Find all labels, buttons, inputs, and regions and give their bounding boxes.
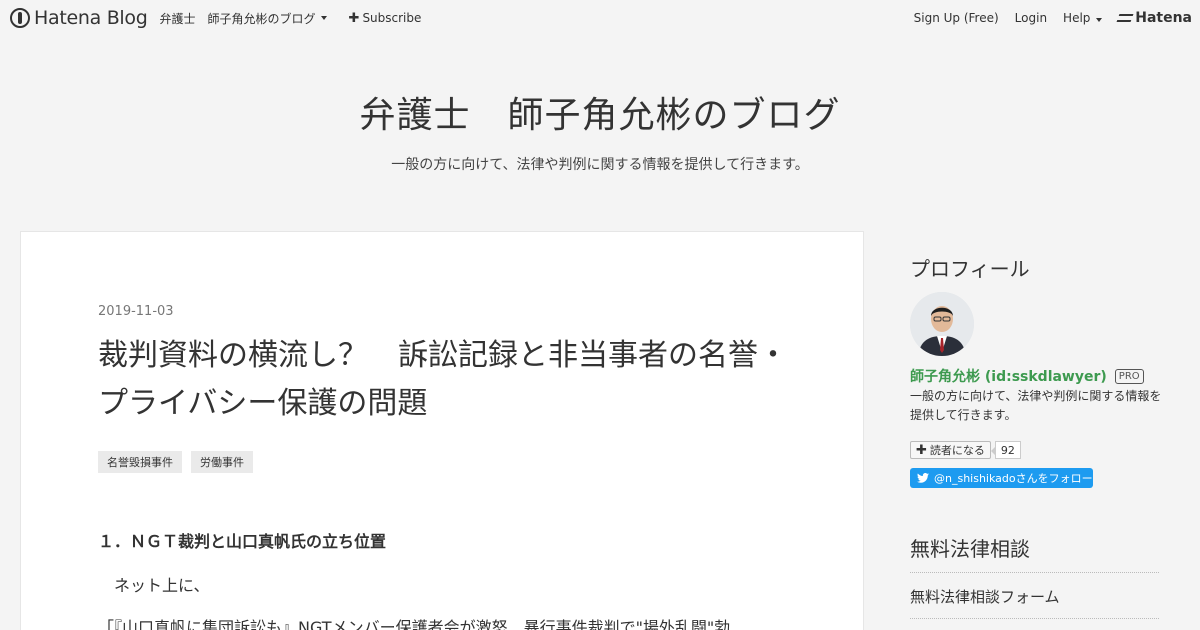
blog-description: 一般の方に向けて、法律や判例に関する情報を提供して行きます。 xyxy=(391,157,809,173)
subscribe-label: Subscribe xyxy=(362,11,422,25)
sidebar: プロフィール 師子角允彬 (id:sskdlawyer) PRO 一般の方に向け… xyxy=(893,231,1180,630)
help-menu[interactable]: Help xyxy=(1063,11,1103,25)
logo-text: Hatena Blog xyxy=(34,7,148,29)
become-reader-label: 読者になる xyxy=(929,444,985,457)
signup-link[interactable]: Sign Up (Free) xyxy=(914,11,999,25)
chevron-down-icon xyxy=(1096,18,1103,22)
login-link[interactable]: Login xyxy=(1015,11,1047,25)
plus-icon: ✚ xyxy=(916,442,927,458)
hatena-logo-icon xyxy=(1116,14,1134,22)
legal-consultation-section-title: 無料法律相談 xyxy=(910,537,1030,561)
pro-badge: PRO xyxy=(1114,368,1144,384)
entry-date[interactable]: 2019-11-03 xyxy=(98,304,174,319)
hatena-logo[interactable]: Hatena xyxy=(1116,10,1192,26)
profile-name-row: 師子角允彬 (id:sskdlawyer) PRO xyxy=(910,366,1144,386)
entry-categories: 名誉毀損事件 労働事件 xyxy=(98,451,253,473)
twitter-follow-label: @n_shishikadoさんをフォロー xyxy=(934,472,1093,485)
hatena-logo-text: Hatena xyxy=(1135,10,1192,26)
profile-section-title: プロフィール xyxy=(910,257,1030,281)
chevron-down-icon xyxy=(320,16,327,20)
category-tag[interactable]: 労働事件 xyxy=(191,451,253,473)
divider xyxy=(910,572,1159,573)
blog-title[interactable]: 弁護士 師子角允彬のブログ xyxy=(0,86,1200,138)
entry-section-heading: １．ＮＧＴ裁判と山口真帆氏の立ち位置 xyxy=(98,532,387,551)
plus-icon: ✚ xyxy=(348,10,360,26)
entry-title[interactable]: 裁判資料の横流し？ 訴訟記録と非当事者の名誉・プライバシー保護の問題 xyxy=(98,332,798,428)
global-header-right: Sign Up (Free) Login Help Hatena xyxy=(914,0,1192,36)
entry-paragraph: ネット上に、 xyxy=(98,576,210,595)
twitter-bird-icon xyxy=(917,473,929,483)
reader-subscribe: ✚ 読者になる 92 xyxy=(910,441,1021,459)
blog-menu-label: 師子角允彬のブログ xyxy=(207,11,316,26)
avatar-portrait-icon xyxy=(910,292,974,356)
divider xyxy=(910,618,1159,619)
lawyer-link[interactable]: 弁護士 xyxy=(160,10,196,27)
blog-menu-dropdown[interactable]: 師子角允彬のブログ xyxy=(208,10,327,27)
consultation-form-link[interactable]: 無料法律相談フォーム xyxy=(910,586,1060,607)
global-header: Hatena Blog 弁護士 師子角允彬のブログ ✚ Subscribe Si… xyxy=(0,0,1200,36)
become-reader-button[interactable]: ✚ 読者になる xyxy=(910,441,991,459)
hatena-blog-logo[interactable]: Hatena Blog xyxy=(10,7,148,29)
category-tag[interactable]: 名誉毀損事件 xyxy=(98,451,182,473)
reader-count: 92 xyxy=(990,441,1021,459)
subscribe-button[interactable]: ✚ Subscribe xyxy=(349,11,422,26)
entry-article: 2019-11-03 裁判資料の横流し？ 訴訟記録と非当事者の名誉・プライバシー… xyxy=(20,231,864,630)
help-label: Help xyxy=(1063,11,1091,25)
twitter-follow-button[interactable]: @n_shishikadoさんをフォロー xyxy=(910,468,1093,488)
avatar[interactable] xyxy=(910,292,974,356)
global-header-left: Hatena Blog 弁護士 師子角允彬のブログ ✚ Subscribe xyxy=(10,0,421,36)
profile-name[interactable]: 師子角允彬 (id:sskdlawyer) xyxy=(910,366,1107,386)
entry-paragraph: 「『山口真帆に集団訴訟も』NGTメンバー保護者会が激怒 暴行事件裁判で"場外乱闘… xyxy=(98,618,731,630)
profile-description: 一般の方に向けて、法律や判例に関する情報を提供して行きます。 xyxy=(910,389,1162,422)
hatena-blog-logo-icon xyxy=(10,8,30,28)
